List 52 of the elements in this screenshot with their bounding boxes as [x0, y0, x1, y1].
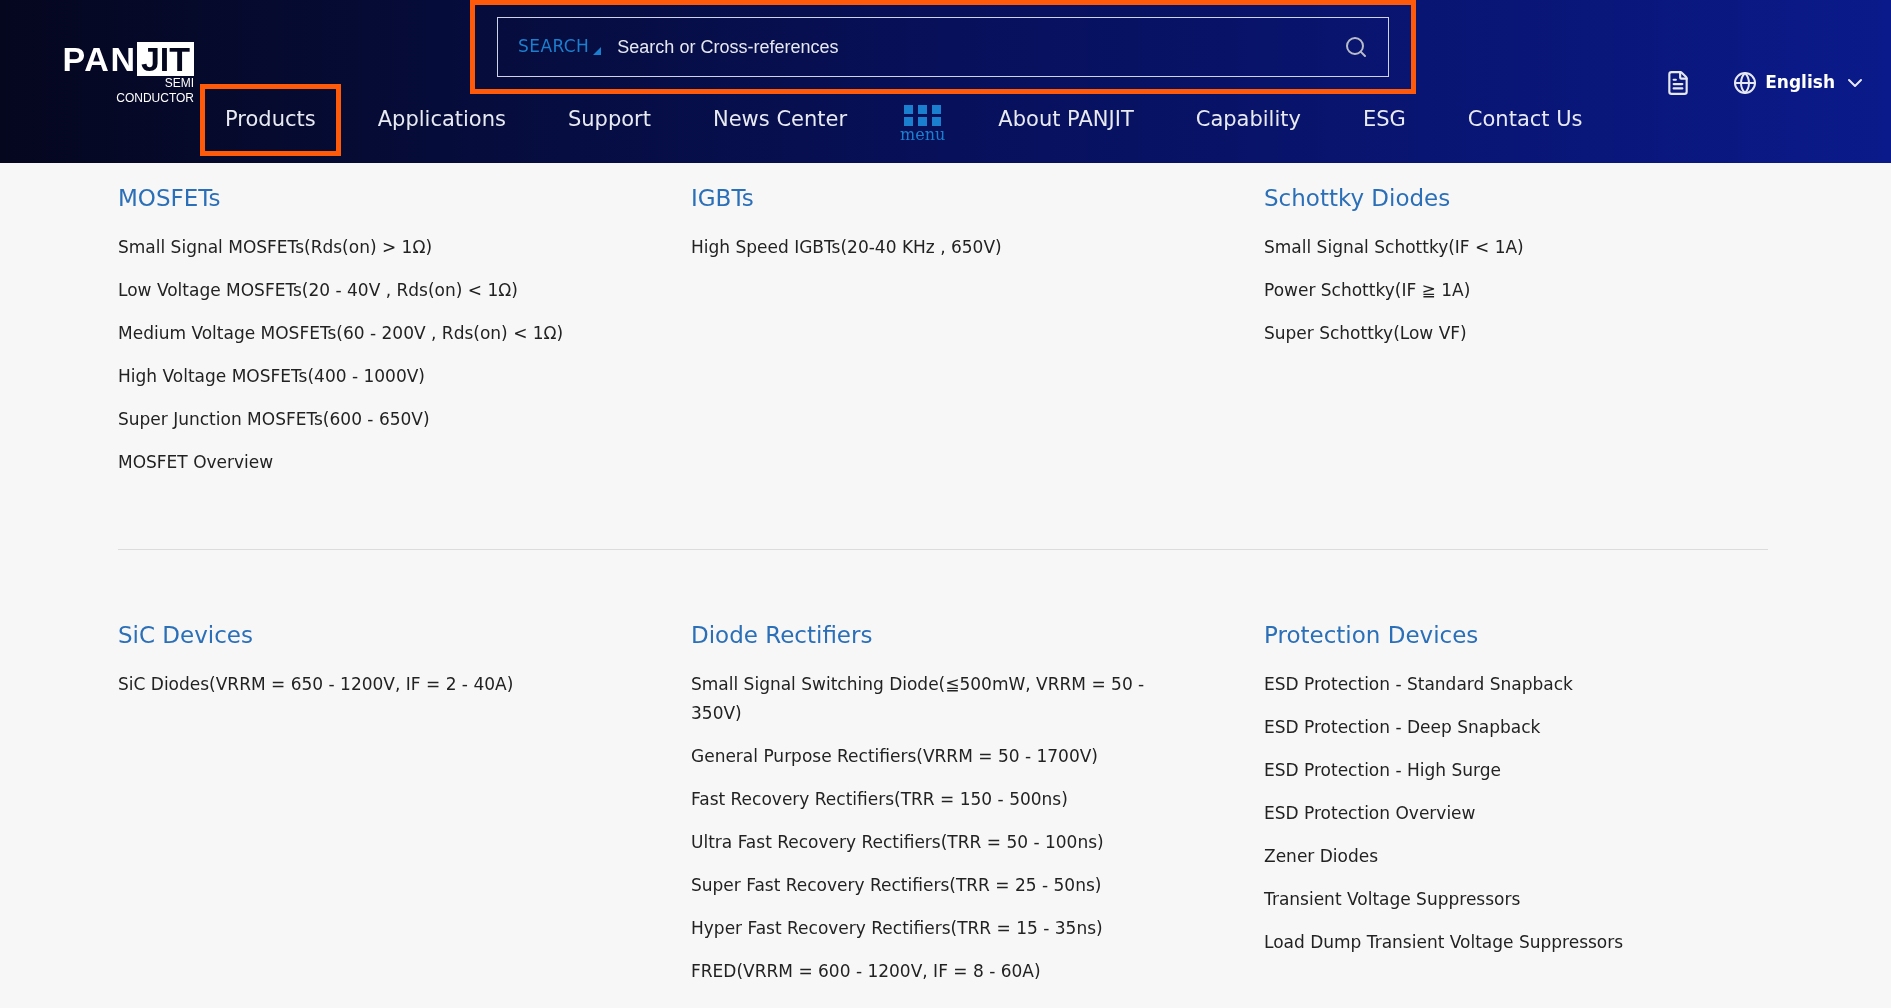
product-link[interactable]: FRED(VRRM = 600 - 1200V, IF = 8 - 60A) [691, 957, 1161, 986]
nav-link[interactable]: ESG [1337, 84, 1431, 156]
nav-link[interactable]: About PANJIT [973, 84, 1159, 156]
nav-link[interactable]: Applications [352, 84, 531, 156]
product-link[interactable]: ESD Protection - Standard Snapback [1264, 670, 1734, 699]
menu-button[interactable]: menu [900, 105, 946, 143]
product-link[interactable]: Fast Recovery Rectifiers(TRR = 150 - 500ns) [691, 785, 1161, 814]
globe-icon [1733, 71, 1758, 95]
nav-link[interactable]: Contact Us [1442, 84, 1608, 156]
product-link[interactable]: Hyper Fast Recovery Rectifiers(TRR = 15 - 35ns) [691, 914, 1161, 943]
category-heading[interactable]: SiC Devices [118, 618, 691, 650]
product-link[interactable]: Load Dump Transient Voltage Suppressors [1264, 928, 1734, 957]
product-link[interactable]: SiC Diodes(VRRM = 650 - 1200V, IF = 2 - 40A) [118, 670, 588, 699]
category-heading[interactable]: MOSFETs [118, 181, 691, 213]
product-link[interactable]: ESD Protection - High Surge [1264, 756, 1734, 785]
product-link[interactable]: Ultra Fast Recovery Rectifiers(TRR = 50 - 100ns) [691, 828, 1161, 857]
product-link[interactable]: Medium Voltage MOSFETs(60 - 200V , Rds(on) < 1Ω) [118, 319, 588, 348]
product-link[interactable]: Power Schottky(IF ≧ 1A) [1264, 276, 1734, 305]
product-link[interactable]: Super Schottky(Low VF) [1264, 319, 1734, 348]
language-selector[interactable]: English [1733, 70, 1867, 96]
category-heading[interactable]: Diode Rectifiers [691, 618, 1264, 650]
category-heading[interactable]: Protection Devices [1264, 618, 1764, 650]
product-link[interactable]: Small Signal MOSFETs(Rds(on) > 1Ω) [118, 233, 588, 262]
nav-link[interactable]: News Center [688, 84, 873, 156]
search-icon[interactable] [1344, 35, 1368, 59]
product-link[interactable]: Low Voltage MOSFETs(20 - 40V , Rds(on) < 1Ω) [118, 276, 588, 305]
search-field[interactable]: SEARCH Search or Cross-references [497, 17, 1389, 77]
logo-text: JIT [136, 42, 194, 76]
logo-tagline: SEMI [164, 76, 194, 91]
category-heading[interactable]: IGBTs [691, 181, 1264, 213]
nav-link[interactable]: Products [200, 84, 341, 156]
product-link[interactable]: General Purpose Rectifiers(VRRM = 50 - 1700V) [691, 742, 1161, 771]
logo[interactable]: PAN JIT SEMI CONDUCTOR [22, 42, 194, 118]
grid-icon [903, 105, 942, 127]
category-heading[interactable]: Schottky Diodes [1264, 181, 1764, 213]
search-scope-dropdown[interactable]: SEARCH [518, 34, 590, 60]
logo-text: PAN [62, 42, 137, 76]
product-link[interactable]: High Speed IGBTs(20-40 KHz , 650V) [691, 233, 1161, 262]
product-link[interactable]: Transient Voltage Suppressors [1264, 885, 1734, 914]
product-link[interactable]: Small Signal Schottky(IF < 1A) [1264, 233, 1734, 262]
caret-icon[interactable] [593, 47, 602, 55]
product-link[interactable]: Zener Diodes [1264, 842, 1734, 871]
logo-tagline: CONDUCTOR [116, 91, 194, 106]
nav-link[interactable]: Support [542, 84, 676, 156]
product-link[interactable]: High Voltage MOSFETs(400 - 1000V) [118, 362, 588, 391]
product-link[interactable]: MOSFET Overview [118, 448, 588, 477]
product-link[interactable]: Super Junction MOSFETs(600 - 650V) [118, 405, 588, 434]
nav-link[interactable]: Capability [1170, 84, 1326, 156]
product-link[interactable]: ESD Protection - Deep Snapback [1264, 713, 1734, 742]
product-link[interactable]: ESD Protection Overview [1264, 799, 1734, 828]
product-link[interactable]: Small Signal Switching Diode(≦500mW, VRRM = 50 - 350V) [691, 670, 1161, 728]
product-link[interactable]: Super Fast Recovery Rectifiers(TRR = 25 - 50ns) [691, 871, 1161, 900]
